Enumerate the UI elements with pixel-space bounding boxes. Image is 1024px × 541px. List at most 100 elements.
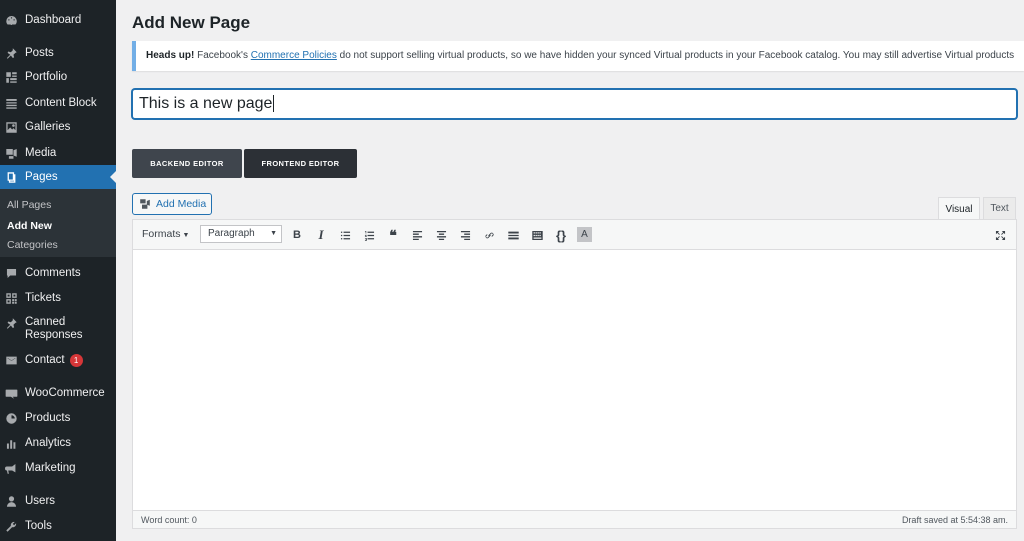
backend-editor-button[interactable]: BACKEND EDITOR (132, 149, 242, 178)
menu-label-portfolio: Portfolio (25, 71, 68, 83)
menu-item-tickets[interactable]: Tickets (0, 290, 116, 306)
facebook-notice: Heads up! Facebook's Commerce Policies d… (132, 41, 1024, 71)
dashboard-icon (5, 14, 18, 27)
page-title: Add New Page (132, 13, 251, 32)
italic-icon[interactable]: I (313, 227, 329, 243)
code-braces-icon[interactable]: {} (553, 227, 569, 243)
editor-status-bar: Word count: 0 Draft saved at 5:54:38 am. (133, 510, 1016, 528)
add-media-label: Add Media (156, 198, 207, 210)
comment-icon (5, 267, 18, 280)
woo-icon (5, 387, 18, 400)
content-editor: Formats ▼ Paragraph ▼ B I ❝ {} A Word coun… (132, 219, 1017, 529)
submenu-all-pages[interactable]: All Pages (7, 199, 51, 211)
chevron-down-icon: ▼ (270, 230, 277, 237)
submenu-add-new[interactable]: Add New (7, 220, 52, 232)
submenu-categories[interactable]: Categories (7, 239, 58, 251)
menu-item-galleries[interactable]: Galleries (0, 119, 116, 135)
menu-item-products[interactable]: Products (0, 410, 116, 426)
menu-label-products: Products (25, 412, 71, 424)
user-icon (5, 495, 18, 508)
pin-icon (5, 47, 18, 60)
menu-label-users: Users (25, 495, 56, 507)
text-caret (273, 95, 275, 113)
gallery-icon (5, 121, 18, 134)
bullet-list-icon[interactable] (337, 227, 353, 243)
formats-label: Formats (142, 228, 181, 240)
menu-item-tools[interactable]: Tools (0, 518, 116, 534)
menu-item-contact[interactable]: Contact 1 (0, 352, 116, 368)
commerce-policies-link[interactable]: Commerce Policies (251, 50, 337, 61)
menu-label-media: Media (25, 147, 57, 159)
tab-text[interactable]: Text (983, 197, 1016, 219)
word-count: Word count: 0 (141, 515, 197, 525)
read-more-icon[interactable] (505, 227, 521, 243)
menu-label-canned-responses: Canned Responses (25, 316, 83, 342)
menu-item-content-block[interactable]: Content Block (0, 95, 116, 111)
menu-item-users[interactable]: Users (0, 493, 116, 509)
text-color-icon[interactable]: A (577, 227, 592, 242)
menu-item-pages[interactable]: Pages (0, 165, 116, 189)
menu-item-media[interactable]: Media (0, 145, 116, 161)
grid-icon (5, 71, 18, 84)
add-media-icon (140, 199, 150, 209)
menu-item-woocommerce[interactable]: WooCommerce (0, 385, 116, 401)
frontend-editor-button[interactable]: FRONTEND EDITOR (244, 149, 357, 178)
menu-item-posts[interactable]: Posts (0, 45, 116, 61)
paragraph-select[interactable]: Paragraph ▼ (200, 225, 282, 243)
contact-count-badge: 1 (69, 353, 83, 367)
menu-item-comments[interactable]: Comments (0, 265, 116, 281)
ticket-icon (5, 292, 18, 305)
notice-text-after: do not support selling virtual products,… (336, 50, 1015, 61)
menu-label-tools: Tools (25, 520, 52, 532)
analytics-icon (5, 437, 18, 450)
pages-icon (5, 171, 18, 184)
paragraph-label: Paragraph (208, 228, 255, 239)
editor-toolbar: Formats ▼ Paragraph ▼ B I ❝ {} A (133, 220, 1016, 250)
draft-saved-status: Draft saved at 5:54:38 am. (901, 515, 1008, 525)
canned-line-2: Responses (25, 329, 83, 341)
menu-label-pages: Pages (25, 171, 58, 183)
admin-sidebar: Dashboard Posts Portfolio Content Block … (0, 0, 116, 541)
formats-dropdown[interactable]: Formats ▼ (142, 228, 189, 240)
link-icon[interactable] (481, 227, 497, 243)
align-center-icon[interactable] (433, 227, 449, 243)
bold-icon[interactable]: B (289, 227, 305, 243)
canned-line-1: Canned (25, 316, 66, 328)
menu-label-comments: Comments (25, 267, 81, 279)
menu-item-analytics[interactable]: Analytics (0, 435, 116, 451)
menu-label-analytics: Analytics (25, 437, 72, 449)
products-icon (5, 412, 18, 425)
menu-label-marketing: Marketing (25, 462, 76, 474)
menu-label-content-block: Content Block (25, 97, 97, 109)
notice-heading: Heads up! (146, 50, 195, 61)
block-icon (5, 97, 18, 110)
menu-label-galleries: Galleries (25, 121, 71, 133)
notice-text-before: Facebook's (194, 50, 251, 61)
menu-item-canned-responses[interactable]: Canned Responses (0, 316, 116, 344)
pages-submenu: All Pages Add New Categories (0, 189, 116, 257)
menu-item-dashboard[interactable]: Dashboard (0, 12, 116, 28)
media-icon (5, 147, 18, 160)
menu-label-woocommerce: WooCommerce (25, 387, 105, 399)
toolbar-toggle-icon[interactable] (529, 227, 545, 243)
chevron-down-icon: ▼ (182, 232, 190, 239)
megaphone-icon (5, 462, 18, 475)
menu-label-posts: Posts (25, 47, 54, 59)
align-left-icon[interactable] (409, 227, 425, 243)
tab-visual[interactable]: Visual (938, 197, 980, 220)
mail-icon (5, 354, 18, 367)
align-right-icon[interactable] (457, 227, 473, 243)
menu-label-tickets: Tickets (25, 292, 61, 304)
wrench-icon (5, 520, 18, 533)
pin-icon (5, 317, 18, 330)
menu-label-dashboard: Dashboard (25, 14, 82, 26)
editor-content-area[interactable] (133, 250, 1016, 511)
menu-item-portfolio[interactable]: Portfolio (0, 69, 116, 85)
post-title-input[interactable]: This is a new page (132, 89, 1017, 119)
menu-label-contact: Contact (25, 354, 65, 366)
add-media-button[interactable]: Add Media (132, 193, 212, 215)
fullscreen-icon[interactable] (992, 227, 1008, 243)
menu-item-marketing[interactable]: Marketing (0, 460, 116, 476)
blockquote-icon[interactable]: ❝ (385, 227, 401, 243)
numbered-list-icon[interactable] (361, 227, 377, 243)
